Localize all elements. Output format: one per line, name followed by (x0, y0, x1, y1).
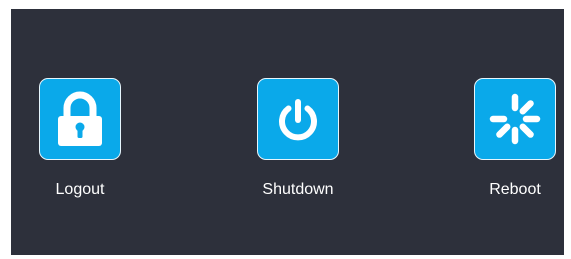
session-actions-panel: Logout Shutdown Reboot (11, 9, 564, 255)
logout-label: Logout (55, 181, 105, 198)
shutdown-label: Shutdown (262, 181, 334, 198)
reboot-action[interactable]: Reboot (465, 78, 565, 199)
reboot-label: Reboot (489, 181, 541, 198)
power-icon (279, 99, 317, 141)
logout-action[interactable]: Logout (30, 78, 130, 199)
shutdown-button[interactable] (257, 78, 339, 160)
logout-button[interactable] (39, 78, 121, 160)
reboot-button[interactable] (474, 78, 556, 160)
lock-icon (58, 91, 102, 146)
loading-spinner-icon (489, 93, 541, 145)
shutdown-action[interactable]: Shutdown (248, 78, 348, 199)
